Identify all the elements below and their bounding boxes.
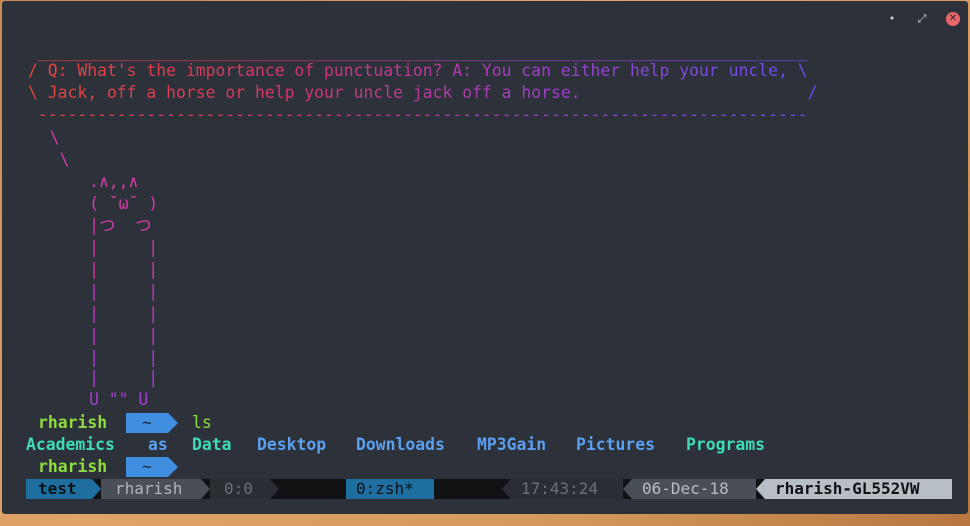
dir-entry[interactable]: Programs: [686, 434, 765, 456]
prompt-dir-segment: ~: [126, 413, 168, 433]
dir-entry[interactable]: as: [148, 434, 168, 456]
prompt-user: rharish: [38, 457, 108, 476]
dir-entry[interactable]: Downloads: [356, 434, 445, 456]
bubble-line-1: / Q: What's the importance of punctuatio…: [28, 61, 808, 80]
cat-art-line: | |: [20, 282, 159, 301]
status-arrow-icon: [201, 479, 210, 499]
cat-art-line: | |: [20, 260, 159, 279]
cat-art-line: \: [20, 128, 60, 147]
status-date: 06-Dec-18: [632, 479, 756, 499]
cat-art-line: | |: [20, 304, 159, 323]
status-window-tab[interactable]: 0:zsh*: [346, 479, 434, 499]
status-arrow-icon: [502, 479, 511, 499]
status-pane: 0:0: [210, 479, 270, 499]
bubble-bottom-border: ----------------------------------------…: [28, 105, 808, 124]
terminal-window[interactable]: • ⤢ ✕ __________________________________…: [2, 1, 968, 514]
dir-entry[interactable]: Data: [192, 434, 231, 456]
dir-entry[interactable]: Desktop: [257, 434, 326, 456]
cat-art-line: \: [20, 150, 70, 169]
cat-art-line: U "" U: [20, 390, 149, 409]
cat-art-line: | |: [20, 368, 159, 387]
status-arrow-icon: [756, 479, 765, 499]
prompt-user: rharish: [38, 413, 108, 432]
prompt-arrow-icon: [168, 413, 178, 433]
prompt-dir-segment: ~: [126, 457, 168, 477]
status-time: 17:43:24: [511, 479, 623, 499]
cat-art-line: |つ つ: [20, 216, 152, 235]
status-arrow-icon: [623, 479, 632, 499]
status-arrow-icon: [92, 479, 101, 499]
cat-art-line: | |: [20, 238, 159, 257]
prompt-arrow-icon: [168, 457, 178, 477]
cat-art-line: | |: [20, 348, 159, 367]
cat-art-line: .∧,,∧: [20, 172, 139, 191]
cat-art-line: ( ˘ω˘ ): [20, 194, 159, 213]
tmux-status-bar: test rharish 0:0 0:zsh* 17:43:24 06-Dec-…: [26, 479, 952, 499]
terminal-content[interactable]: ________________________________________…: [2, 1, 968, 514]
status-arrow-icon: [270, 479, 279, 499]
dir-entry[interactable]: Academics: [26, 434, 115, 456]
status-session[interactable]: test: [26, 479, 92, 499]
status-user: rharish: [101, 479, 201, 499]
status-host: rharish-GL552VW: [765, 479, 952, 499]
prompt-command: ls: [192, 413, 212, 432]
dir-entry[interactable]: Pictures: [576, 434, 655, 456]
cat-art-line: | |: [20, 326, 159, 345]
dir-entry[interactable]: MP3Gain: [477, 434, 546, 456]
bubble-line-2: \ Jack, off a horse or help your uncle j…: [28, 83, 818, 102]
